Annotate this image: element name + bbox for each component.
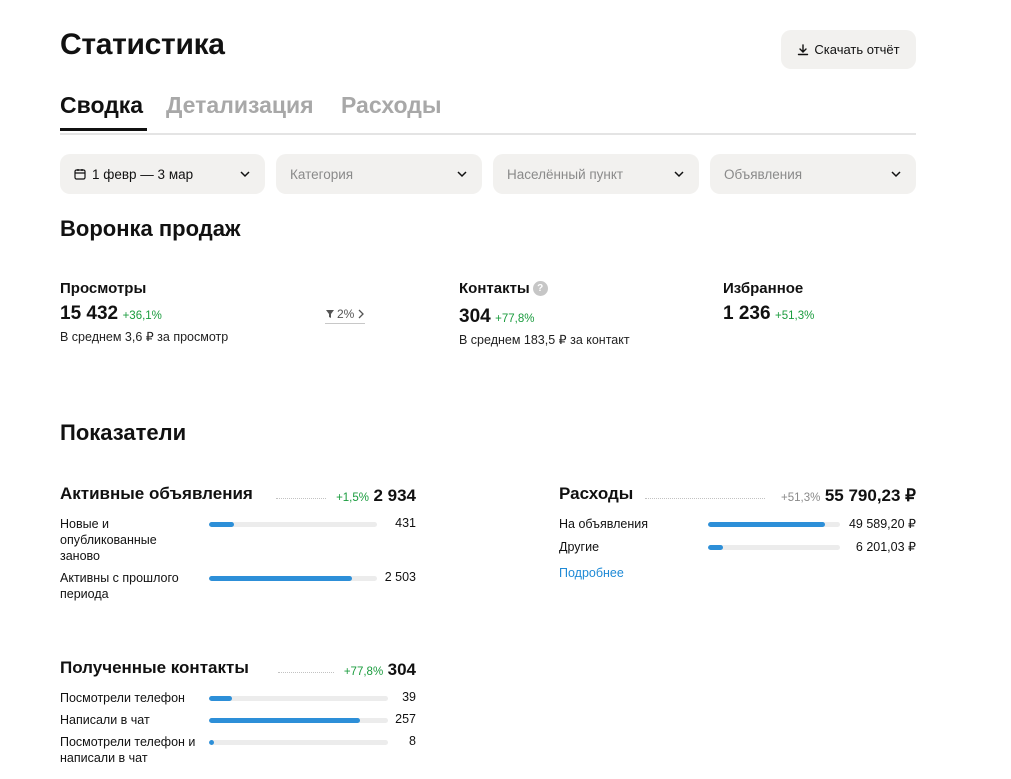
favorites-metric: 1 236 +51,3%: [723, 303, 814, 325]
views-label: Просмотры: [60, 280, 147, 297]
conversion-indicator[interactable]: 2%: [325, 307, 366, 324]
expenses-row-value: 49 589,20 ₽: [848, 517, 916, 531]
active-ads-row-label: Новые и опубликованные заново: [60, 517, 157, 563]
active-ads-bar: [209, 522, 377, 527]
date-range-select[interactable]: 1 февр — 3 мар: [60, 154, 265, 194]
active-ads-row-label: Активны с прошлого периода: [60, 571, 179, 601]
help-icon[interactable]: ?: [532, 281, 548, 296]
download-report-label: Скачать отчёт: [814, 42, 900, 57]
indicators-title: Показатели: [60, 420, 187, 445]
tab-details[interactable]: Детализация: [166, 92, 314, 119]
expenses-row-label: На объявления: [559, 517, 648, 531]
funnel-title: Воронка продаж: [60, 216, 241, 241]
bar-fill: [708, 522, 826, 527]
category-select[interactable]: Категория: [276, 154, 482, 194]
location-placeholder: Населённый пункт: [507, 166, 624, 182]
chevron-down-icon: [240, 171, 250, 178]
expenses-summary: +51,3% 55 790,23 ₽: [740, 486, 916, 506]
contacts-row-value: 39: [402, 690, 416, 704]
chevron-down-icon: [891, 171, 901, 178]
contacts-bar: [209, 696, 388, 701]
dotted-leader: [278, 672, 334, 673]
favorites-label: Избранное: [723, 280, 804, 297]
dotted-leader: [276, 498, 326, 499]
tab-summary[interactable]: Сводка: [60, 92, 143, 119]
expenses-row-value: 6 201,03 ₽: [855, 540, 916, 554]
contacts-row-value: 8: [409, 734, 416, 748]
contacts-label-wrap: Контакты?: [459, 280, 548, 297]
bar-fill: [209, 718, 361, 723]
chevron-down-icon: [457, 171, 467, 178]
expenses-bar: [708, 522, 840, 527]
bar-fill: [209, 522, 234, 527]
ads-select[interactable]: Объявления: [710, 154, 916, 194]
bar-fill: [209, 740, 215, 745]
active-tab-indicator: [60, 128, 147, 131]
active-ads-row-value: 431: [395, 516, 416, 530]
contacts-value: 304: [459, 306, 491, 327]
contacts-row-value: 257: [395, 712, 416, 726]
active-ads-total: 2 934: [373, 486, 416, 505]
active-ads-bar: [209, 576, 377, 581]
chevron-right-icon: [358, 309, 365, 319]
active-ads-delta: +1,5%: [336, 492, 369, 504]
expenses-row-label: Другие: [559, 540, 600, 554]
download-report-button[interactable]: Скачать отчёт: [781, 30, 916, 69]
tab-bar: Сводка Детализация Расходы: [60, 88, 916, 135]
received-contacts-delta: +77,8%: [343, 666, 384, 678]
expenses-bar: [708, 545, 840, 550]
active-ads-summary: +1,5% 2 934: [330, 486, 416, 506]
contacts-metric: 304 +77,8%: [459, 306, 534, 328]
received-contacts-title: Полученные контакты: [60, 658, 249, 677]
conversion-value: 2%: [337, 307, 355, 321]
contacts-bar: [209, 718, 388, 723]
funnel-icon: [326, 310, 334, 318]
chevron-down-icon: [674, 171, 684, 178]
favorites-delta: +51,3%: [775, 310, 815, 322]
received-contacts-total: 304: [387, 660, 416, 679]
ads-placeholder: Объявления: [724, 166, 803, 182]
expenses-delta: +51,3%: [781, 492, 821, 504]
views-average: В среднем 3,6 ₽ за просмотр: [60, 330, 229, 344]
bar-fill: [209, 576, 353, 581]
views-value: 15 432: [60, 303, 119, 324]
bar-fill: [209, 696, 232, 701]
received-contacts-summary: +77,8% 304: [330, 660, 416, 680]
expenses-title: Расходы: [559, 484, 634, 503]
page-title: Статистика: [60, 28, 225, 61]
calendar-icon: [74, 169, 86, 180]
favorites-value: 1 236: [723, 303, 771, 324]
contacts-row-label: Написали в чат: [60, 713, 150, 727]
contacts-average: В среднем 183,5 ₽ за контакт: [459, 333, 630, 347]
active-ads-title: Активные объявления: [60, 484, 253, 503]
expenses-total: 55 790,23 ₽: [824, 486, 916, 505]
bar-fill: [708, 545, 723, 550]
category-placeholder: Категория: [290, 166, 354, 182]
views-delta: +36,1%: [122, 310, 162, 322]
contacts-label: Контакты: [459, 280, 530, 297]
location-select[interactable]: Населённый пункт: [493, 154, 699, 194]
expenses-more-link[interactable]: Подробнее: [559, 566, 624, 580]
contacts-row-label: Посмотрели телефон и написали в чат: [60, 735, 196, 765]
date-range-value: 1 февр — 3 мар: [92, 166, 194, 182]
download-icon: [798, 43, 809, 55]
contacts-bar: [209, 740, 388, 745]
active-ads-row-value: 2 503: [384, 570, 416, 584]
tab-expenses[interactable]: Расходы: [341, 92, 442, 119]
contacts-row-label: Посмотрели телефон: [60, 691, 185, 705]
views-metric: 15 432 +36,1%: [60, 303, 162, 325]
contacts-delta: +77,8%: [495, 313, 535, 325]
